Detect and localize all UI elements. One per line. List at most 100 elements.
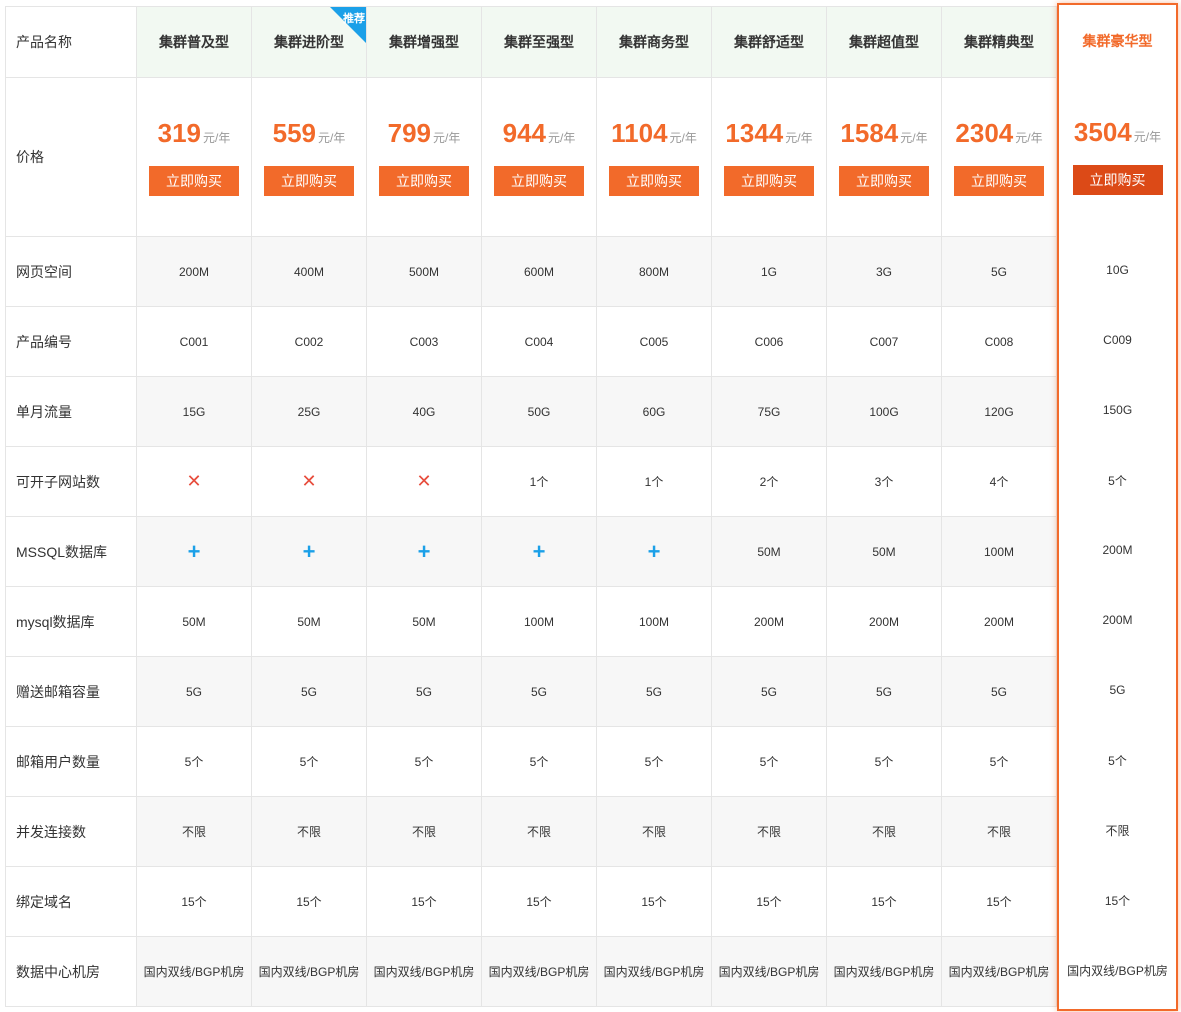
feature-value: 75G [712, 377, 827, 446]
row-label-subsites: 可开子网站数 [6, 447, 137, 516]
featured-plan-name: 集群豪华型 [1082, 33, 1153, 49]
price-row: 价格 319 元/年 立即购买 559 元/年 立即购买 799 元/年 立即购买 944 元… [6, 78, 1058, 237]
feature-value: 国内双线/BGP机房 [597, 937, 712, 1006]
buy-button[interactable]: 立即购买 [724, 166, 814, 196]
featured-feature-value: 15个 [1104, 893, 1131, 908]
feature-value: C007 [827, 307, 942, 376]
featured-feature-value: 5个 [1108, 473, 1127, 488]
feature-value: 5个 [367, 727, 482, 796]
featured-feature-value: 200M [1102, 543, 1133, 557]
price-value: 1584 [840, 118, 899, 148]
price-cell: 799 元/年 立即购买 [367, 78, 482, 236]
feature-value: 15个 [482, 867, 597, 936]
price-value: 1344 [725, 118, 784, 148]
featured-feature-value: 150G [1102, 403, 1133, 417]
cross-icon: ✕ [416, 471, 432, 491]
buy-button[interactable]: 立即购买 [149, 166, 239, 196]
not-available-cell: ✕ [252, 447, 367, 516]
featured-price-cell: 3504 元/年立即购买 [1059, 77, 1176, 235]
feature-value: 5G [827, 657, 942, 726]
row-label-web-space: 网页空间 [6, 237, 137, 306]
feature-value: 15G [137, 377, 252, 446]
feature-value: 不限 [942, 797, 1057, 866]
plan-name: 集群增强型 [367, 7, 482, 77]
featured-price-value: 3504 [1073, 117, 1132, 147]
feature-value: 4个 [942, 447, 1057, 516]
price-cell: 559 元/年 立即购买 [252, 78, 367, 236]
feature-value: 50M [712, 517, 827, 586]
featured-feature-value: 200M [1102, 613, 1133, 627]
featured-plan-column: 集群豪华型 3504 元/年 立即购买 10G C009 150G 5个 200M 200M 5… [1057, 3, 1178, 1011]
price-unit: 元/年 [785, 131, 813, 145]
recommend-badge: 推荐 [343, 13, 365, 25]
feature-value: 1G [712, 237, 827, 306]
row-label-product-name: 产品名称 [6, 7, 137, 77]
featured-feature-value: 5G [1109, 683, 1126, 697]
feature-value: 不限 [252, 797, 367, 866]
feature-value: 5G [712, 657, 827, 726]
feature-value: 5个 [827, 727, 942, 796]
feature-value: 不限 [597, 797, 712, 866]
buy-button[interactable]: 立即购买 [954, 166, 1044, 196]
buy-button[interactable]: 立即购买 [494, 166, 584, 196]
feature-value: 5个 [137, 727, 252, 796]
feature-value: 5个 [597, 727, 712, 796]
feature-value: 5G [137, 657, 252, 726]
row-label-datacenter: 数据中心机房 [6, 937, 137, 1006]
feature-value: 不限 [367, 797, 482, 866]
feature-value: C008 [942, 307, 1057, 376]
feature-row: MSSQL数据库 + + + + +50M 50M 100M [6, 517, 1058, 587]
price-cell: 2304 元/年 立即购买 [942, 78, 1057, 236]
price-unit: 元/年 [900, 131, 928, 145]
addon-cell: + [597, 517, 712, 586]
feature-value: 国内双线/BGP机房 [252, 937, 367, 1006]
featured-feature-value: 国内双线/BGP机房 [1067, 963, 1168, 978]
feature-value: 5G [942, 237, 1057, 306]
feature-value: 50M [367, 587, 482, 656]
feature-value: 3G [827, 237, 942, 306]
featured-buy-button[interactable]: 立即购买 [1072, 165, 1163, 195]
buy-button[interactable]: 立即购买 [264, 166, 354, 196]
row-label-mail-capacity: 赠送邮箱容量 [6, 657, 137, 726]
price-cell: 944 元/年 立即购买 [482, 78, 597, 236]
feature-value: 50M [827, 517, 942, 586]
plan-name: 集群精典型 [942, 7, 1057, 77]
feature-value: 国内双线/BGP机房 [712, 937, 827, 1006]
feature-value: C004 [482, 307, 597, 376]
price-unit: 元/年 [669, 131, 697, 145]
feature-value: 200M [942, 587, 1057, 656]
feature-row: 并发连接数 不限 不限 不限 不限 不限 不限 不限 不限 [6, 797, 1058, 867]
feature-value: 5个 [712, 727, 827, 796]
featured-feature-value: 不限 [1105, 823, 1130, 838]
price-value: 1104 [611, 118, 668, 148]
row-label-domains: 绑定域名 [6, 867, 137, 936]
feature-row: 绑定域名 15个 15个 15个 15个 15个 15个 15个 15个 [6, 867, 1058, 937]
price-cell: 1104 元/年立即购买 [597, 78, 712, 236]
addon-cell: + [137, 517, 252, 586]
plus-icon: + [417, 538, 431, 564]
addon-cell: + [367, 517, 482, 586]
feature-row: 单月流量 15G 25G 40G 50G 60G 75G 100G 120G [6, 377, 1058, 447]
buy-button[interactable]: 立即购买 [839, 166, 929, 196]
header-row: 产品名称 集群普及型 集群进阶型 推荐 集群增强型 集群至强型 集群商务型 集群… [6, 7, 1058, 78]
buy-button[interactable]: 立即购买 [379, 166, 469, 196]
feature-value: 50M [252, 587, 367, 656]
feature-value: 100G [827, 377, 942, 446]
feature-row: 网页空间 200M 400M 500M 600M 800M 1G 3G 5G [6, 237, 1058, 307]
plus-icon: + [187, 538, 201, 564]
buy-button[interactable]: 立即购买 [609, 166, 699, 196]
price-unit: 元/年 [433, 131, 461, 145]
feature-value: 100M [942, 517, 1057, 586]
feature-value: 15个 [137, 867, 252, 936]
feature-value: 5个 [942, 727, 1057, 796]
price-unit: 元/年 [548, 131, 576, 145]
feature-value: 120G [942, 377, 1057, 446]
plan-name: 集群至强型 [482, 7, 597, 77]
feature-value: 5G [942, 657, 1057, 726]
feature-row: 邮箱用户数量 5个 5个 5个 5个 5个 5个 5个 5个 [6, 727, 1058, 797]
plus-icon: + [647, 538, 661, 564]
feature-value: 15个 [942, 867, 1057, 936]
price-unit: 元/年 [1133, 130, 1162, 144]
feature-row: 赠送邮箱容量 5G 5G 5G 5G 5G 5G 5G 5G [6, 657, 1058, 727]
feature-value: 1个 [482, 447, 597, 516]
